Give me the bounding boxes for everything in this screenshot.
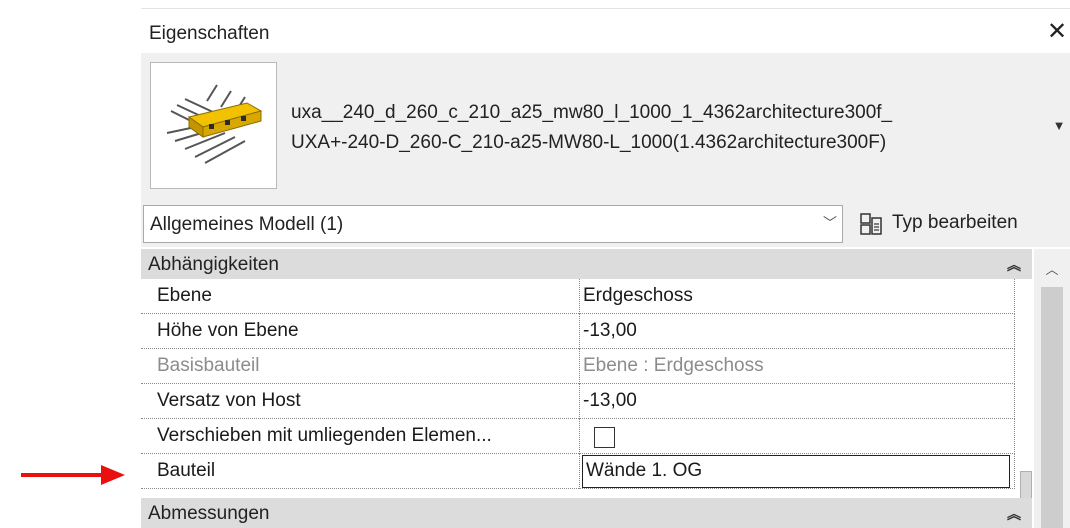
edit-type-icon [859,212,883,241]
properties-grid: Abhängigkeiten ︽ Ebene Erdgeschoss Höhe … [141,249,1070,528]
annotation-arrow [21,464,125,486]
property-value: Ebene : Erdgeschoss [583,355,764,376]
property-row-verschieben[interactable]: Verschieben mit umliegenden Elemen... [141,419,1015,454]
property-row-basisbauteil: Basisbauteil Ebene : Erdgeschoss [141,349,1015,384]
property-value[interactable]: Erdgeschoss [583,285,693,307]
property-row-ebene[interactable]: Ebene Erdgeschoss [141,279,1015,314]
group-header-constraints[interactable]: Abhängigkeiten ︽ [141,249,1032,279]
triangle-down-icon[interactable]: ▼ [1052,119,1066,133]
instance-filter-value: Allgemeines Modell (1) [150,214,344,235]
instance-filter-row: Allgemeines Modell (1) ﹀ Typ bearbeiten [141,204,1070,247]
property-value[interactable]: -13,00 [583,320,637,342]
chevron-down-icon[interactable]: ﹀ [822,213,838,233]
row-resize-handle[interactable] [1020,471,1032,501]
bauteil-value-field[interactable]: Wände 1. OG [582,455,1010,488]
property-value: Wände 1. OG [586,460,703,481]
column-divider [579,419,580,454]
scroll-up-icon[interactable]: ︿ [1044,259,1060,277]
close-icon[interactable]: ✕ [1044,19,1070,45]
type-name-line2: UXA+-240-D_260-C_210-a25-MW80-L_1000(1.4… [291,132,887,153]
column-divider [579,349,580,384]
property-name: Bauteil [157,460,216,481]
collapse-double-chevron-icon[interactable]: ︽ [1007,504,1021,524]
palette-titlebar[interactable]: Eigenschaften ✕ [141,9,1070,53]
property-row-bauteil[interactable]: Bauteil Wände 1. OG [141,454,1015,489]
scrollbar-thumb[interactable] [1041,287,1063,528]
column-divider [579,454,580,489]
group-label-constraints: Abhängigkeiten [148,254,279,275]
column-divider [579,384,580,419]
move-with-nearby-checkbox[interactable] [594,427,615,448]
properties-palette: Eigenschaften ✕ uxa__240_d_260_c_210_a25… [141,8,1070,528]
property-name: Basisbauteil [157,355,260,376]
instance-filter-dropdown[interactable]: Allgemeines Modell (1) ﹀ [143,205,843,243]
type-name-line1: uxa__240_d_260_c_210_a25_mw80_l_1000_1_4… [291,102,893,123]
anchor-rail-family-icon [166,84,263,164]
property-row-versatz-von-host[interactable]: Versatz von Host -13,00 [141,384,1015,419]
edit-type-label: Typ bearbeiten [892,212,1018,233]
group-label-dimensions: Abmessungen [148,503,270,524]
property-name: Versatz von Host [157,390,301,411]
vertical-scrollbar[interactable]: ︿ [1034,249,1070,528]
collapse-double-chevron-icon[interactable]: ︽ [1007,255,1021,275]
property-name: Verschieben mit umliegenden Elemen... [157,425,492,446]
type-name: uxa__240_d_260_c_210_a25_mw80_l_1000_1_4… [291,98,892,158]
edit-type-button[interactable]: Typ bearbeiten [855,208,1070,240]
property-value[interactable]: -13,00 [583,390,637,412]
property-name: Höhe von Ebene [157,320,299,341]
group-header-dimensions[interactable]: Abmessungen ︽ [141,498,1032,528]
column-divider [579,314,580,349]
type-thumbnail [150,62,277,189]
column-divider [579,279,580,314]
property-name: Ebene [157,285,212,306]
type-selector[interactable]: uxa__240_d_260_c_210_a25_mw80_l_1000_1_4… [141,53,1070,204]
property-row-hoehe-von-ebene[interactable]: Höhe von Ebene -13,00 [141,314,1015,349]
palette-title: Eigenschaften [149,23,270,44]
